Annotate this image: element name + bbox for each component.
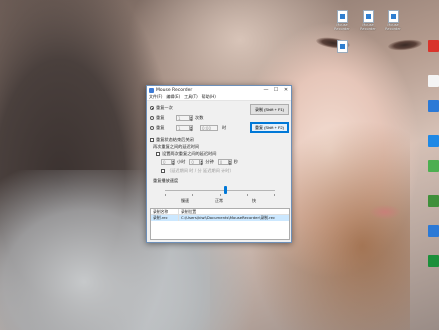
desktop-icon-2[interactable]: Mouse Recorder bbox=[355, 10, 381, 31]
mouse-recorder-window: Mouse Recorder — ☐ ✕ 文件(F) 编辑(E) 工具(T) 帮… bbox=[146, 85, 292, 243]
delay-group-title: 再次重复之间的延迟时间 bbox=[153, 144, 200, 149]
close-button[interactable]: ✕ bbox=[281, 86, 291, 94]
minimize-button[interactable]: — bbox=[261, 86, 271, 94]
speed-title: 重复播放速度 bbox=[153, 178, 179, 183]
menu-edit[interactable]: 编辑(E) bbox=[166, 94, 180, 100]
repeat-times-spinner[interactable]: ▲ ▼ bbox=[190, 115, 193, 122]
app-icon-green-2[interactable] bbox=[428, 195, 439, 207]
delay-seconds-field[interactable]: 0 bbox=[217, 159, 229, 165]
file-icon bbox=[336, 10, 348, 23]
speed-tick bbox=[247, 194, 248, 196]
desktop-icon-3[interactable]: Mouse Recorder bbox=[380, 10, 406, 31]
repeat-times-radio[interactable] bbox=[150, 116, 154, 120]
repeat-times-field[interactable]: 1 bbox=[176, 115, 190, 121]
delay-note-option[interactable]: （延迟期间 时 / 分 延迟期间 计时） bbox=[161, 168, 234, 174]
speed-slider-track[interactable] bbox=[165, 190, 275, 191]
menu-help[interactable]: 帮助(H) bbox=[202, 94, 216, 100]
wallpaper-lips bbox=[370, 205, 400, 219]
delay-hours-spinner[interactable]: ▲ ▼ bbox=[172, 159, 175, 166]
maximize-button[interactable]: ☐ bbox=[271, 86, 281, 94]
app-icon-blue[interactable] bbox=[428, 100, 439, 112]
delay-time-row: 0 ▲ ▼ 小时 0 ▲ ▼ 分钟 0 ▲ ▼ 秒 bbox=[161, 159, 238, 166]
record-button[interactable]: 录制 (Shift + F1) bbox=[250, 104, 289, 115]
file-icon bbox=[387, 10, 399, 23]
menu-tools[interactable]: 工具(T) bbox=[184, 94, 198, 100]
close-after-repeat-checkbox[interactable] bbox=[150, 138, 154, 142]
delay-enable-checkbox[interactable] bbox=[156, 152, 160, 156]
window-title: Mouse Recorder bbox=[156, 87, 193, 93]
speed-slider-thumb[interactable] bbox=[224, 186, 227, 194]
speed-fast-label: 快 bbox=[252, 198, 256, 203]
delay-note-checkbox[interactable] bbox=[161, 169, 165, 173]
speed-tick bbox=[192, 194, 193, 196]
repeat-until-spinner[interactable]: ▲ ▼ bbox=[190, 125, 193, 132]
delay-seconds-spinner[interactable]: ▲ ▼ bbox=[228, 159, 232, 166]
repeat-until-field[interactable]: 1 bbox=[176, 125, 190, 131]
repeat-until-radio[interactable] bbox=[150, 126, 154, 130]
title-bar[interactable]: Mouse Recorder — ☐ ✕ bbox=[147, 86, 291, 94]
app-logo-icon bbox=[149, 87, 154, 93]
close-after-repeat-option[interactable]: 重复状态结束后关闭 bbox=[150, 137, 194, 143]
list-item[interactable]: 录制.rec C:\Users\kiwi\Documents\MouseReco… bbox=[151, 215, 289, 221]
app-icon-white[interactable] bbox=[428, 75, 439, 87]
repeat-once-option[interactable]: 重复一次 bbox=[150, 105, 173, 111]
speed-tick bbox=[274, 194, 275, 196]
column-header-name[interactable]: 录制名称 bbox=[151, 209, 179, 214]
recordings-list[interactable]: 录制名称 录制位置 录制.rec C:\Users\kiwi\Documents… bbox=[150, 208, 290, 240]
column-header-path[interactable]: 录制位置 bbox=[179, 209, 289, 214]
delay-minutes-field[interactable]: 0 bbox=[189, 159, 201, 165]
speed-tick bbox=[165, 194, 166, 196]
delay-enable-option[interactable]: 设置两次重复之间的延迟时间 bbox=[156, 151, 216, 157]
desktop-icon-4[interactable] bbox=[329, 40, 355, 53]
speed-normal-label: 正常 bbox=[215, 198, 223, 203]
repeat-until-option[interactable]: 重复 1 ▲ ▼ 0:00 时 bbox=[150, 125, 226, 132]
app-icon-red[interactable] bbox=[428, 40, 439, 52]
replay-button[interactable]: 重复 (Shift + F2) bbox=[250, 122, 289, 133]
app-icon-green[interactable] bbox=[428, 160, 439, 172]
delay-hours-field[interactable]: 0 bbox=[161, 159, 172, 165]
desktop-icon-1[interactable]: Mouse Recorder bbox=[329, 10, 355, 31]
menu-bar: 文件(F) 编辑(E) 工具(T) 帮助(H) bbox=[147, 94, 291, 101]
file-icon bbox=[362, 10, 374, 23]
app-icon-blue-3[interactable] bbox=[428, 225, 439, 237]
repeat-until-time-field[interactable]: 0:00 bbox=[200, 125, 218, 131]
menu-file[interactable]: 文件(F) bbox=[149, 94, 162, 100]
list-item-name: 录制.rec bbox=[151, 215, 179, 221]
list-item-path: C:\Users\kiwi\Documents\MouseRecorder\录制… bbox=[181, 215, 276, 220]
app-icon-green-3[interactable] bbox=[428, 255, 439, 267]
repeat-times-option[interactable]: 重复 1 ▲ ▼ 次数 bbox=[150, 115, 203, 122]
document-icon bbox=[336, 40, 348, 53]
repeat-once-radio[interactable] bbox=[150, 106, 154, 110]
speed-tick bbox=[220, 194, 221, 196]
app-icon-blue-2[interactable] bbox=[428, 135, 439, 147]
delay-minutes-spinner[interactable]: ▲ ▼ bbox=[200, 159, 204, 166]
speed-slow-label: 慢速 bbox=[181, 198, 189, 203]
